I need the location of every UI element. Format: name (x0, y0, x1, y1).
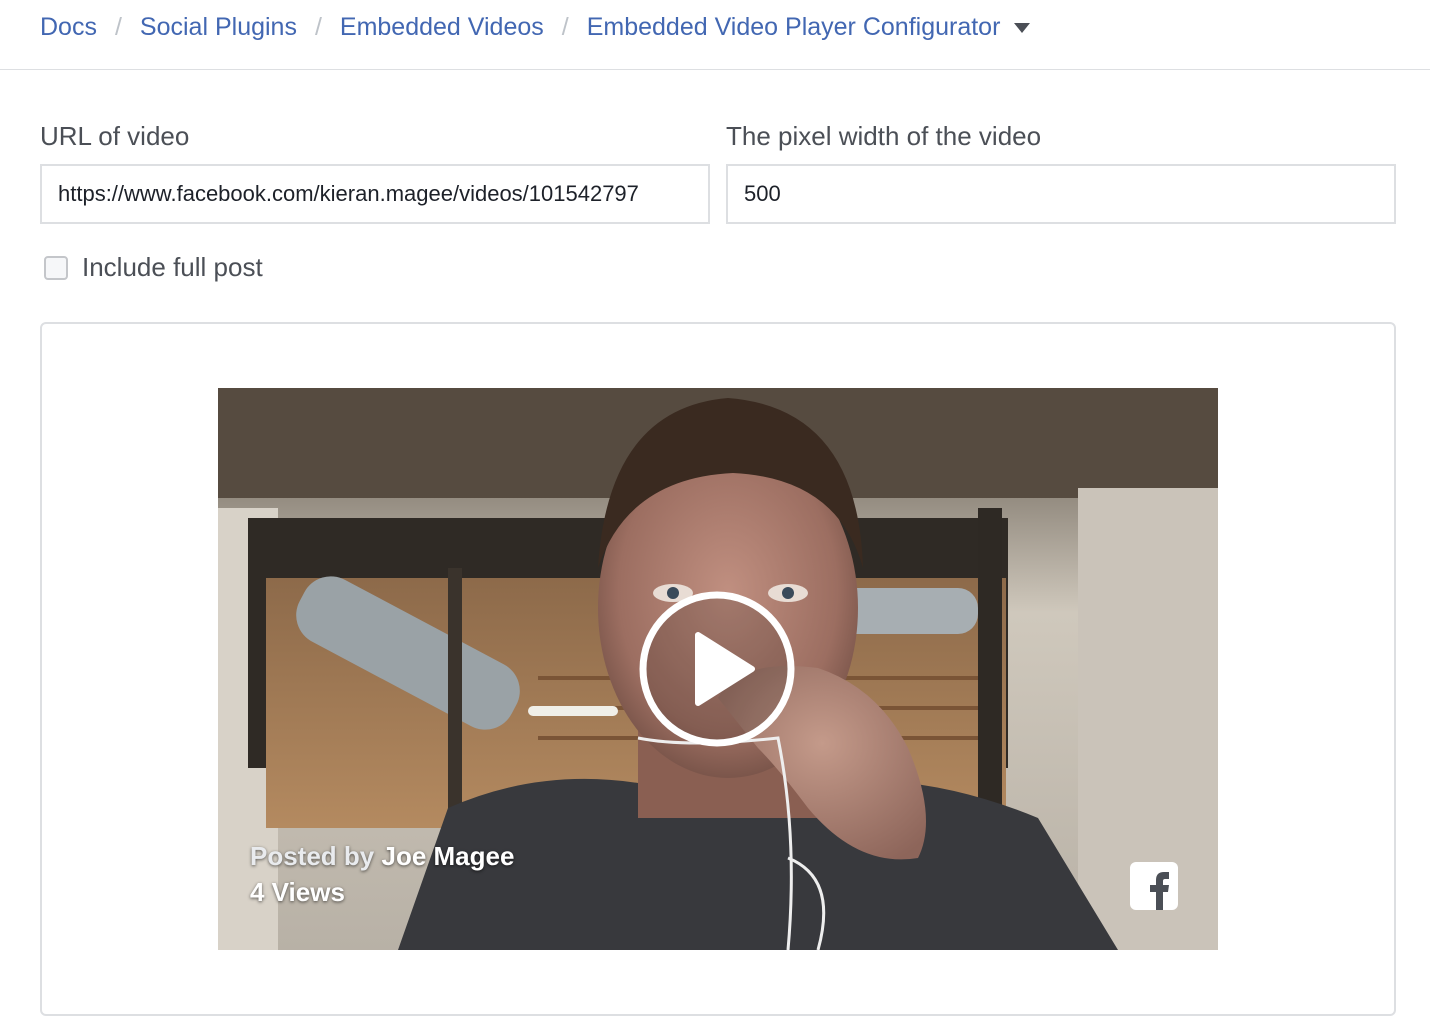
breadcrumb-embedded-videos[interactable]: Embedded Videos (340, 10, 544, 44)
view-count: 4 Views (250, 877, 345, 907)
video-overlay-info: Posted by Joe Magee 4 Views (250, 838, 514, 910)
breadcrumb-bar: Docs / Social Plugins / Embedded Videos … (0, 0, 1430, 70)
include-full-post-label: Include full post (82, 252, 263, 282)
breadcrumb: Docs / Social Plugins / Embedded Videos … (40, 10, 1031, 44)
breadcrumb-separator: / (561, 13, 569, 41)
posted-by-line: Posted by Joe Magee (250, 838, 514, 874)
breadcrumb-social-plugins[interactable]: Social Plugins (140, 10, 297, 44)
facebook-icon[interactable] (1130, 862, 1178, 910)
posted-by-prefix: Posted by (250, 841, 375, 871)
play-icon[interactable] (638, 590, 796, 748)
breadcrumb-configurator[interactable]: Embedded Video Player Configurator (587, 10, 1001, 44)
url-input[interactable] (40, 164, 710, 224)
breadcrumb-separator: / (314, 13, 322, 41)
width-input[interactable] (726, 164, 1396, 224)
url-label: URL of video (40, 121, 190, 151)
author-name[interactable]: Joe Magee (381, 841, 514, 871)
include-full-post-checkbox[interactable] (44, 255, 68, 280)
chevron-down-icon[interactable] (1014, 23, 1031, 33)
breadcrumb-docs[interactable]: Docs (40, 10, 97, 44)
include-full-post-option[interactable]: Include full post (44, 252, 263, 283)
breadcrumb-separator: / (114, 13, 122, 41)
video-player[interactable]: Posted by Joe Magee 4 Views (218, 388, 1218, 950)
width-label: The pixel width of the video (726, 121, 1042, 151)
